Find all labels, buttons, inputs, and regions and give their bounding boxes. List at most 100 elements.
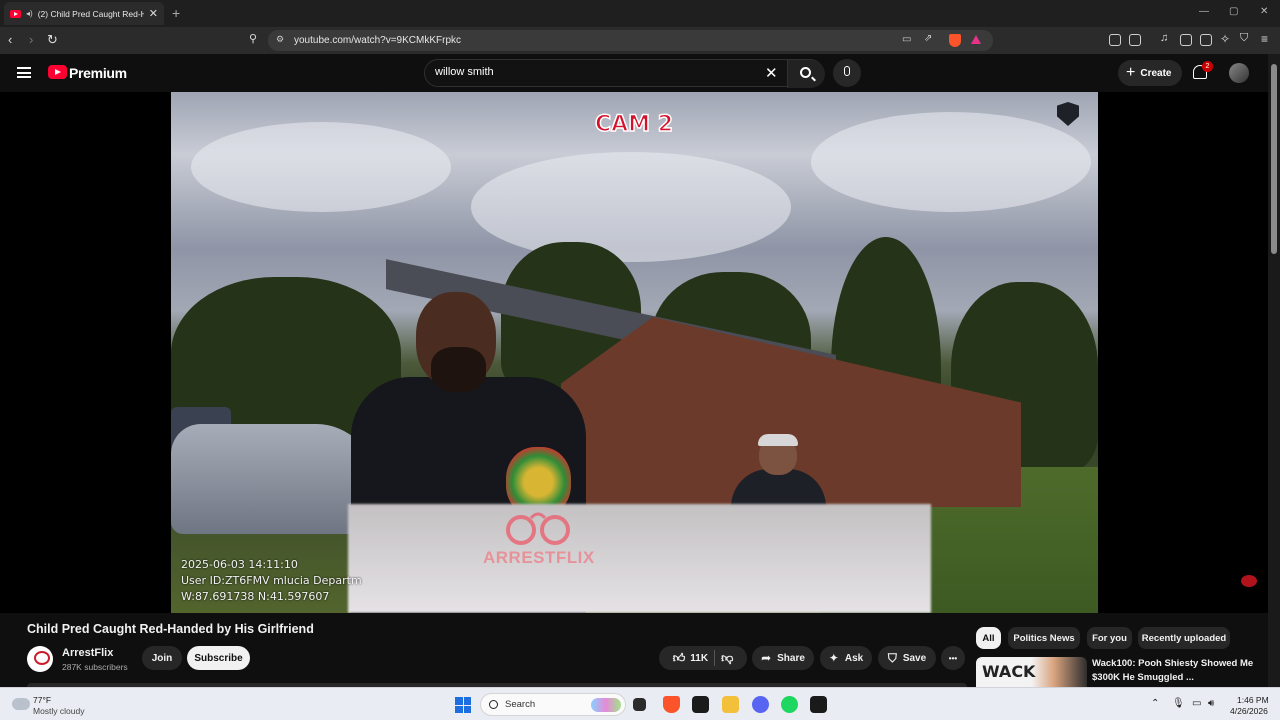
maximize-window-button[interactable]: ▢ bbox=[1229, 6, 1238, 17]
install-app-icon[interactable]: ▭ bbox=[902, 34, 911, 45]
browser-address-bar: ‹ › ↻ ⚲ ⚙ youtube.com/watch?v=9KCMkKFrpk… bbox=[0, 27, 1280, 54]
recommended-video-thumbnail[interactable]: WACK bbox=[976, 657, 1087, 687]
hamburger-menu-icon[interactable] bbox=[17, 67, 31, 78]
network-icon[interactable]: ▭ bbox=[1192, 698, 1201, 709]
task-view-icon[interactable] bbox=[633, 698, 646, 711]
close-window-button[interactable]: ✕ bbox=[1260, 6, 1268, 17]
browser-tab-youtube[interactable]: ◂) (2) Child Pred Caught Red-Ha ✕ bbox=[4, 2, 164, 25]
officer-cap bbox=[758, 434, 798, 446]
record-indicator-icon bbox=[1241, 575, 1257, 587]
share-page-icon[interactable]: ⇗ bbox=[924, 33, 932, 44]
chip-recently-uploaded[interactable]: Recently uploaded bbox=[1138, 627, 1230, 649]
voice-search-button[interactable] bbox=[833, 59, 861, 87]
site-settings-icon[interactable]: ⚙ bbox=[276, 34, 284, 45]
share-label: Share bbox=[777, 652, 805, 664]
thumbs-down-icon: 👎︎ bbox=[721, 650, 734, 665]
account-avatar[interactable] bbox=[1229, 63, 1249, 83]
browser-tab-bar: ◂) (2) Child Pred Caught Red-Ha ✕ + — ▢ … bbox=[0, 0, 1280, 27]
page-scrollbar[interactable] bbox=[1268, 54, 1280, 687]
youtube-favicon-icon bbox=[10, 9, 21, 18]
search-input[interactable]: willow smith bbox=[435, 66, 494, 78]
sidebar-icon[interactable] bbox=[1180, 34, 1192, 46]
clock-date[interactable]: 4/26/2026 bbox=[1230, 706, 1268, 716]
screenshot-icon[interactable] bbox=[1129, 34, 1141, 46]
save-button[interactable]: ⛉ Save bbox=[878, 646, 936, 670]
join-button[interactable]: Join bbox=[142, 646, 182, 670]
forward-arrow-icon[interactable]: › bbox=[29, 32, 33, 47]
plus-icon: + bbox=[1126, 64, 1136, 81]
officer-figure bbox=[731, 434, 826, 507]
video-player[interactable]: ARRESTFLIX CAM 2 2025-06-03 14:11:10 Use… bbox=[171, 92, 1098, 613]
channel-name[interactable]: ArrestFlix bbox=[62, 647, 113, 659]
start-tile bbox=[463, 697, 471, 705]
weather-temperature[interactable]: 77°F bbox=[33, 695, 51, 705]
terminal-icon[interactable] bbox=[810, 696, 827, 713]
media-controls-icon[interactable]: ♫ bbox=[1160, 32, 1168, 44]
search-box: willow smith ✕ bbox=[424, 59, 825, 88]
cloudy-weather-icon[interactable] bbox=[10, 694, 30, 710]
back-arrow-icon[interactable]: ‹ bbox=[8, 32, 12, 47]
brave-shields-icon[interactable] bbox=[949, 34, 961, 47]
volume-icon[interactable]: 🔊︎ bbox=[1208, 698, 1214, 709]
like-count: 11K bbox=[690, 652, 709, 664]
notification-count-badge: 2 bbox=[1202, 61, 1213, 72]
youtube-premium-wordmark[interactable]: Premium bbox=[69, 65, 127, 81]
audio-playing-icon[interactable]: ◂) bbox=[26, 9, 33, 18]
share-button[interactable]: ➦ Share bbox=[752, 646, 814, 670]
search-button[interactable] bbox=[787, 60, 825, 88]
more-icon: ••• bbox=[948, 653, 958, 663]
channel-avatar[interactable] bbox=[27, 646, 53, 672]
taskbar-search-box[interactable]: Search bbox=[480, 693, 626, 716]
thumbnail-text: WACK bbox=[982, 662, 1036, 681]
clock-time[interactable]: 1:46 PM bbox=[1237, 695, 1269, 705]
ask-label: Ask bbox=[844, 652, 864, 664]
chip-label: All bbox=[982, 632, 995, 644]
recommended-video-title[interactable]: Wack100: Pooh Shiesty Showed Me $300K He… bbox=[1092, 657, 1262, 685]
spotify-icon[interactable] bbox=[781, 696, 798, 713]
chip-politics-news[interactable]: Politics News bbox=[1008, 627, 1080, 649]
reload-icon[interactable]: ↻ bbox=[47, 32, 58, 48]
url-field[interactable]: ⚙ youtube.com/watch?v=9KCMkKFrpkc ▭ ⇗ bbox=[268, 30, 993, 51]
show-hidden-icons-icon[interactable]: ⌃ bbox=[1151, 698, 1159, 709]
thumbs-up-icon: 👍︎ bbox=[672, 650, 686, 665]
brave-browser-icon[interactable] bbox=[663, 696, 680, 713]
more-actions-button[interactable]: ••• bbox=[941, 646, 965, 670]
brave-rewards-icon[interactable] bbox=[971, 35, 981, 44]
browser-menu-icon[interactable]: ≡ bbox=[1261, 32, 1268, 46]
new-tab-button[interactable]: + bbox=[172, 5, 180, 21]
leo-ai-icon[interactable]: ✧ bbox=[1220, 32, 1230, 46]
subscribe-button[interactable]: Subscribe bbox=[187, 646, 250, 670]
dislike-button[interactable]: 👎︎ bbox=[721, 651, 733, 666]
microphone-tray-icon[interactable]: 🎙︎ bbox=[1172, 698, 1185, 709]
taskbar-search-label: Search bbox=[505, 699, 536, 710]
extensions-icon[interactable] bbox=[1109, 34, 1121, 46]
tab-close-icon[interactable]: ✕ bbox=[149, 7, 158, 20]
bookmark-icon[interactable]: ⚲ bbox=[249, 32, 257, 45]
weather-condition[interactable]: Mostly cloudy bbox=[33, 706, 85, 716]
scrollbar-thumb[interactable] bbox=[1271, 64, 1277, 254]
vpn-shield-icon[interactable]: ⛉ bbox=[1240, 32, 1248, 45]
arrestflix-watermark: ARRESTFLIX bbox=[483, 548, 595, 567]
search-icon bbox=[489, 700, 498, 709]
minimize-window-button[interactable]: — bbox=[1199, 6, 1209, 17]
windows-start-icon[interactable] bbox=[455, 697, 471, 713]
discord-icon[interactable] bbox=[752, 696, 769, 713]
create-button[interactable]: + Create bbox=[1118, 60, 1182, 86]
chip-for-you[interactable]: For you bbox=[1087, 627, 1132, 649]
ask-button[interactable]: ✦ Ask bbox=[820, 646, 872, 670]
clear-search-icon[interactable]: ✕ bbox=[765, 64, 778, 82]
chip-all[interactable]: All bbox=[976, 627, 1001, 649]
like-dislike-group: 👍︎ 11K 👎︎ bbox=[659, 646, 747, 670]
youtube-logo-icon[interactable] bbox=[48, 65, 67, 79]
file-explorer-icon[interactable] bbox=[722, 696, 739, 713]
censor-blur-box bbox=[348, 504, 931, 613]
like-button[interactable]: 👍︎ 11K bbox=[673, 651, 708, 666]
app-icon[interactable] bbox=[692, 696, 709, 713]
windows-taskbar: 77°F Mostly cloudy Search ⌃ 🎙︎ ▭ 🔊︎ 1:46… bbox=[0, 687, 1280, 720]
cloud bbox=[811, 112, 1091, 212]
chip-label: Recently uploaded bbox=[1141, 632, 1227, 644]
share-icon: ➦ bbox=[761, 651, 772, 665]
wallet-icon[interactable] bbox=[1200, 34, 1212, 46]
start-tile bbox=[455, 697, 463, 705]
microphone-icon bbox=[844, 66, 850, 76]
